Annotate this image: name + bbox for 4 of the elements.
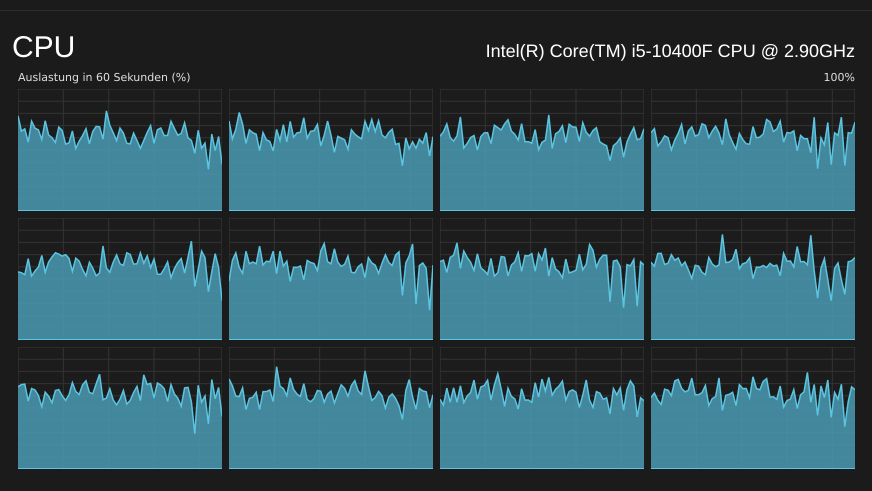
axis-label: Auslastung in 60 Sekunden (%)	[18, 71, 190, 86]
max-label: 100%	[824, 71, 855, 86]
page-title: CPU	[12, 31, 76, 65]
processor-name: Intel(R) Core(TM) i5-10400F CPU @ 2.90GHz	[486, 41, 855, 62]
